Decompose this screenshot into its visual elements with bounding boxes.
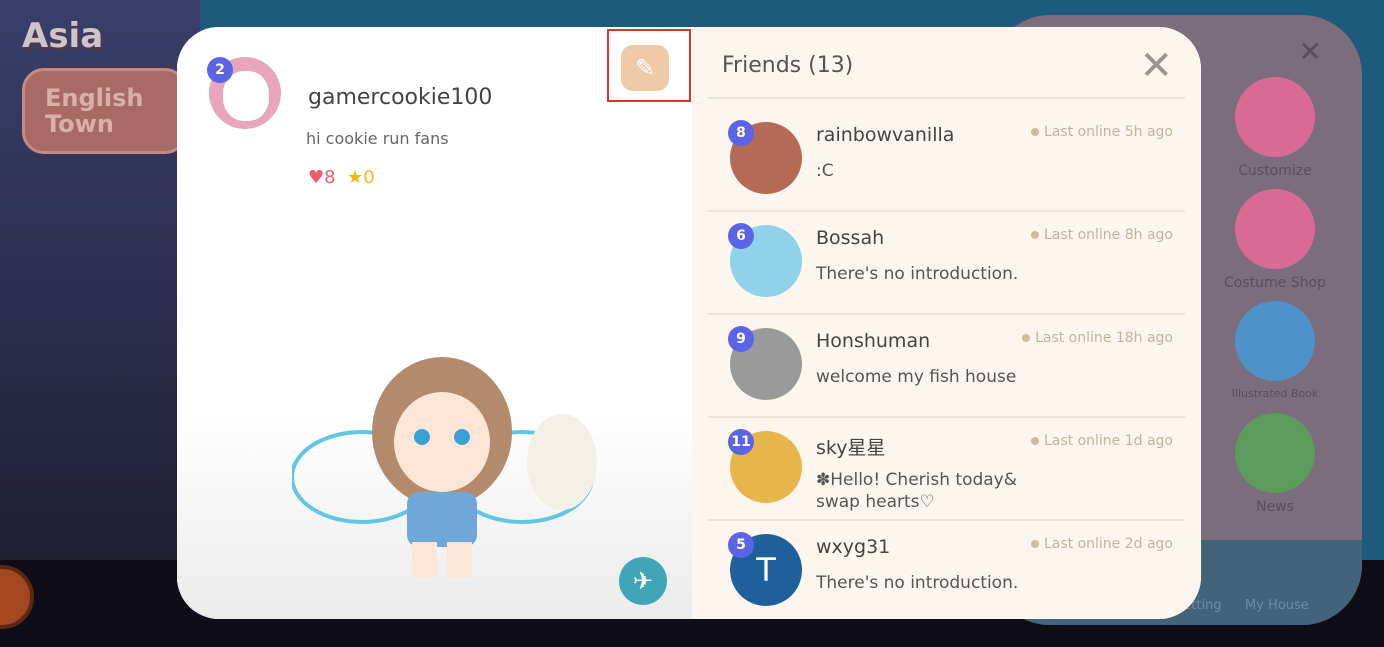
friend-name: Honshuman: [816, 330, 931, 352]
profile-stats: ♥8 ★0: [308, 167, 375, 188]
menu-item-illustrated-book[interactable]: Illustrated Book: [1220, 301, 1330, 400]
book-icon: [1235, 301, 1315, 381]
airplane-icon: ✈: [632, 567, 654, 595]
friend-row[interactable]: T 5 wxyg31 Last online 2d ago There's no…: [708, 520, 1185, 619]
close-icon: ✕: [1139, 43, 1173, 89]
stars-count: 0: [363, 167, 375, 188]
menu-item-label: Illustrated Book: [1231, 387, 1319, 400]
menu-item-label: News: [1256, 499, 1294, 515]
menu-item-customize[interactable]: Customize: [1220, 77, 1330, 179]
my-house-button[interactable]: My House: [1245, 598, 1309, 613]
menu-close-icon[interactable]: ✕: [1299, 35, 1322, 68]
town-sign-button[interactable]: English Town: [22, 68, 187, 154]
friend-level-badge: 11: [728, 429, 754, 455]
last-online: Last online 18h ago: [1022, 330, 1173, 346]
level-badge: 2: [207, 57, 233, 83]
friends-section: Friends (13) ✕ 8 rainbowvanilla Last onl…: [692, 27, 1201, 619]
divider: [708, 97, 1185, 99]
username: gamercookie100: [308, 85, 493, 110]
friend-row[interactable]: 9 Honshuman Last online 18h ago welcome …: [708, 314, 1185, 417]
menu-item-label: Costume Shop: [1224, 275, 1326, 291]
friend-name: rainbowvanilla: [816, 124, 955, 146]
friend-name: sky星星: [816, 437, 886, 459]
profile-friends-dialog: 2 gamercookie100 hi cookie run fans ♥8 ★…: [177, 27, 1201, 619]
friend-level-badge: 6: [728, 223, 754, 249]
last-online: Last online 5h ago: [1031, 124, 1173, 140]
shop-icon: [1235, 189, 1315, 269]
character-avatar: [292, 357, 597, 577]
friend-level-badge: 5: [728, 532, 754, 558]
newspaper-icon: [1235, 413, 1315, 493]
friend-level-badge: 8: [728, 120, 754, 146]
friend-name: Bossah: [816, 227, 885, 249]
star-icon: ★: [347, 167, 364, 188]
friend-level-badge: 9: [728, 326, 754, 352]
profile-section: 2 gamercookie100 hi cookie run fans ♥8 ★…: [177, 27, 692, 619]
friend-message: :C: [816, 161, 834, 181]
edit-profile-button[interactable]: ✎: [621, 45, 669, 91]
profile-bio: hi cookie run fans: [306, 129, 449, 148]
friend-row[interactable]: 11 sky星星 Last online 1d ago ✽Hello! Cher…: [708, 417, 1185, 520]
friend-message: There's no introduction.: [816, 264, 1019, 284]
last-online: Last online 8h ago: [1031, 227, 1173, 243]
friend-name: wxyg31: [816, 536, 891, 558]
menu-item-costume-shop[interactable]: Costume Shop: [1220, 189, 1330, 291]
heart-icon: ♥: [308, 167, 325, 188]
menu-item-label: Customize: [1238, 163, 1312, 179]
pencil-icon: ✎: [634, 54, 656, 82]
avatar-initial: T: [756, 551, 776, 589]
cat-face-icon: [223, 71, 269, 121]
friend-row[interactable]: 8 rainbowvanilla Last online 5h ago :C: [708, 108, 1185, 211]
shirt-icon: [1235, 77, 1315, 157]
friend-message: welcome my fish house: [816, 367, 1017, 387]
last-online: Last online 2d ago: [1031, 536, 1173, 552]
friends-title: Friends (13): [722, 53, 854, 78]
friend-message: ✽Hello! Cherish today& swap hearts♡: [816, 470, 1017, 512]
last-online: Last online 1d ago: [1031, 433, 1173, 449]
menu-item-news[interactable]: News: [1220, 413, 1330, 515]
close-button[interactable]: ✕: [1139, 43, 1173, 89]
friend-message: There's no introduction.: [816, 573, 1019, 593]
hearts-count: 8: [324, 167, 336, 188]
region-label: Asia: [22, 16, 104, 56]
edit-highlight: ✎: [607, 29, 691, 102]
travel-button[interactable]: ✈: [619, 557, 667, 605]
friend-row[interactable]: 6 Bossah Last online 8h ago There's no i…: [708, 211, 1185, 314]
